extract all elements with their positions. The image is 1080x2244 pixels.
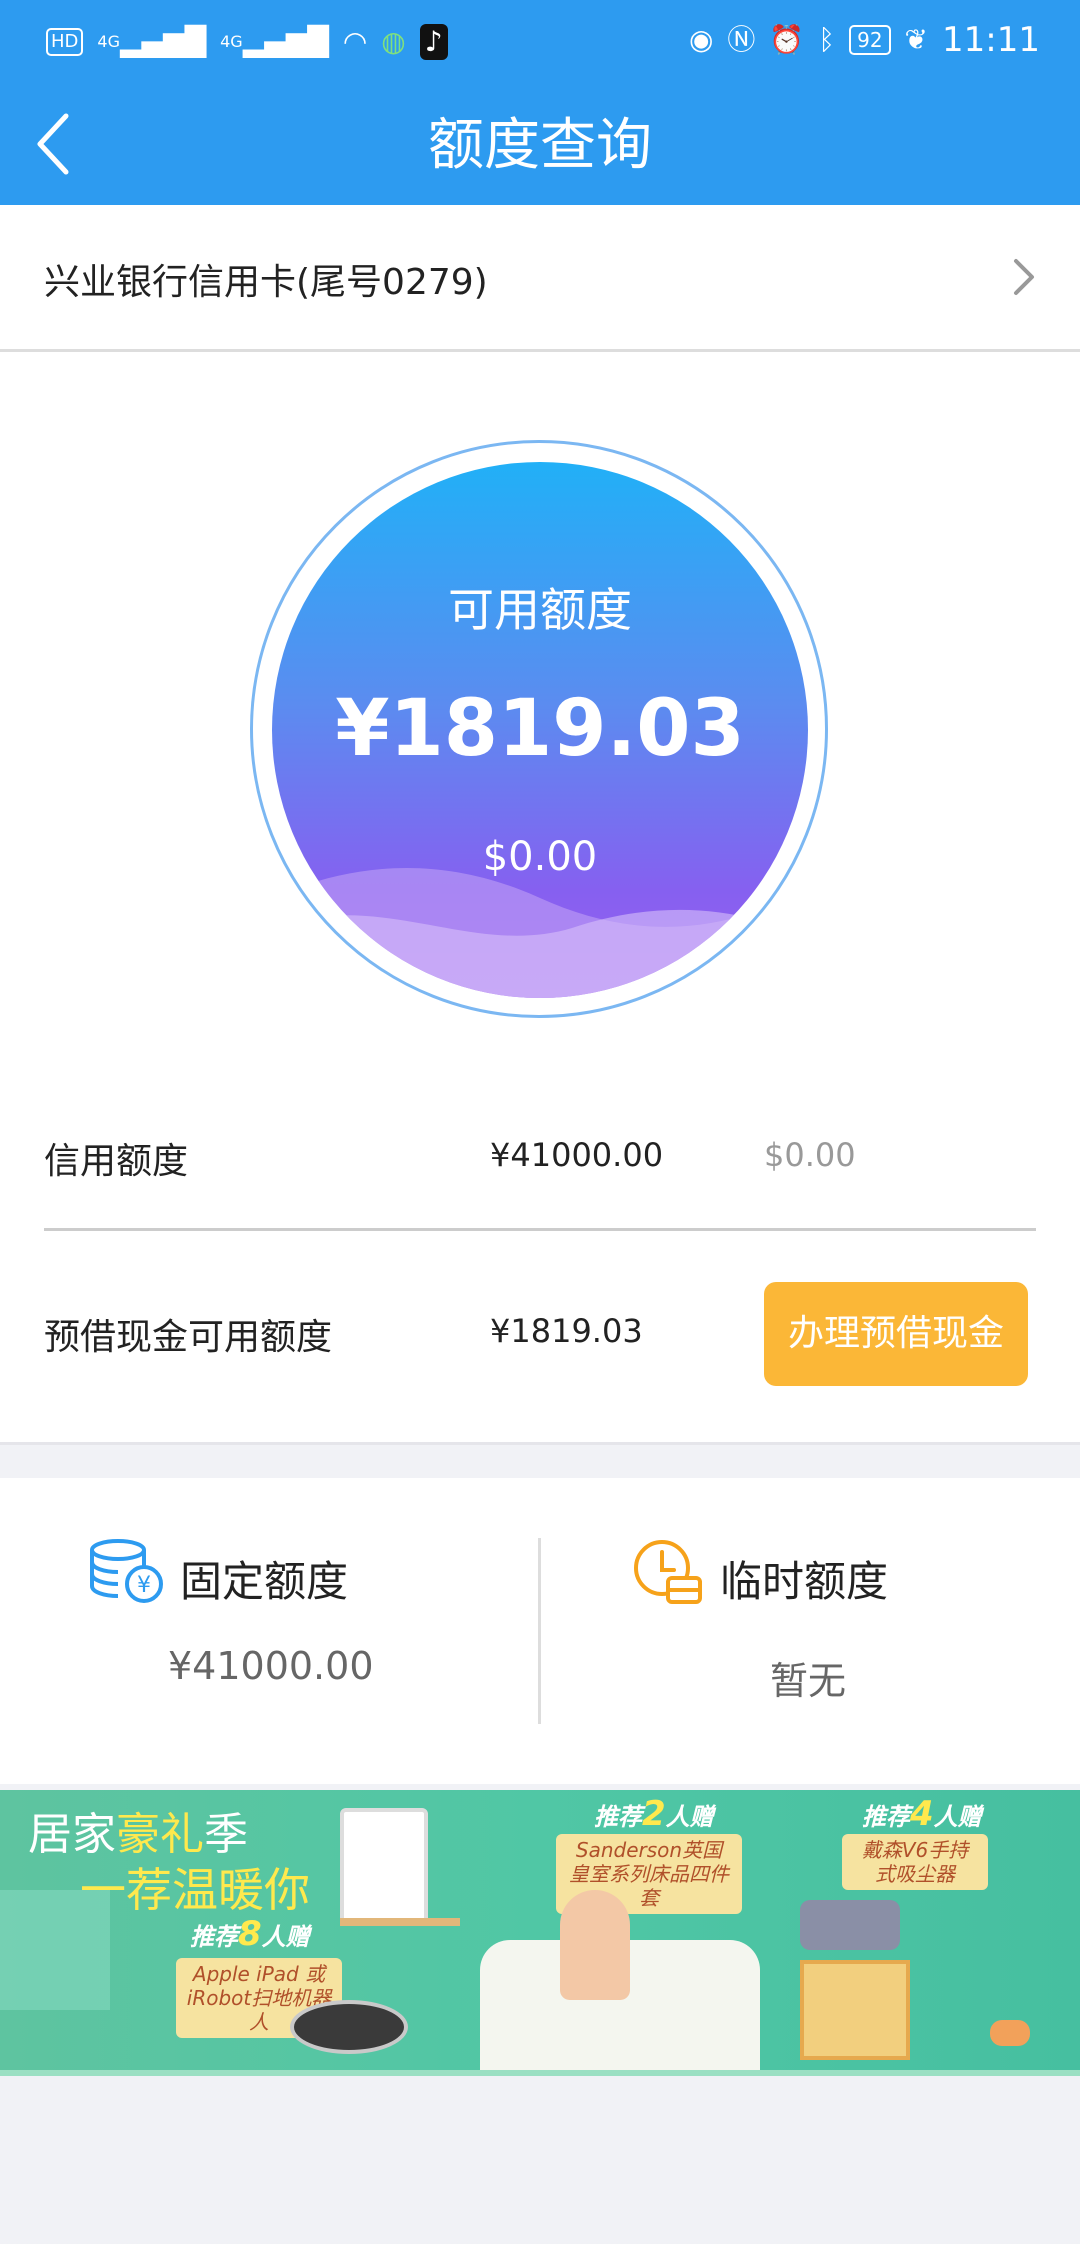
battery-icon: 92: [849, 25, 891, 55]
cash-advance-button[interactable]: 办理预借现金: [764, 1282, 1028, 1386]
svg-text:¥: ¥: [137, 1573, 151, 1598]
promo-4: 推荐4人赠: [862, 1794, 982, 1834]
page-title: 额度查询: [428, 113, 652, 178]
temp-limit-value: 暂无: [770, 1659, 847, 1703]
credit-limit-usd: $0.00: [764, 1136, 856, 1174]
promo-8: 推荐8人赠: [190, 1914, 310, 1954]
banner-text-a: 居家: [28, 1809, 116, 1860]
network-type: 4G: [97, 32, 120, 51]
chevron-right-icon: [1014, 259, 1034, 295]
alarm-icon: ⏰: [769, 23, 805, 56]
promo-2: 推荐2人赠: [594, 1794, 714, 1834]
hd-icon: HD: [46, 28, 84, 56]
signal-icon-2: 4G▂▄▆█: [220, 25, 329, 58]
signal-icon: 4G▂▄▆█: [97, 25, 207, 58]
credit-limit-label: 信用额度: [44, 1141, 189, 1182]
cash-advance-row: 预借现金可用额度 ¥1819.03 办理预借现金: [0, 1282, 1080, 1386]
eye-icon: ◉: [688, 23, 714, 56]
available-amount: ¥1819.03: [335, 684, 745, 774]
cat-illustration: [990, 2020, 1030, 2046]
available-label: 可用额度: [448, 583, 632, 637]
promo-banner[interactable]: 居家豪礼季 一荐温暖你 推荐8人赠 Apple iPad 或 iRobot扫地机…: [0, 1790, 1080, 2076]
banner-text-c: 季: [204, 1809, 248, 1860]
divider: [44, 1228, 1036, 1231]
leaf-icon: ❦: [904, 23, 929, 56]
person-illustration: [560, 1890, 630, 2000]
card-name: 兴业银行信用卡(尾号0279): [44, 262, 488, 303]
temp-limit-label: 临时额度: [720, 1557, 889, 1606]
cash-advance-value: ¥1819.03: [490, 1312, 643, 1350]
promo-8-n: 8: [238, 1914, 262, 1954]
coins-yen-icon: ¥: [90, 1539, 163, 1603]
limits-panel: ¥ 固定额度 ¥41000.00 临时额度 暂无: [0, 1478, 1080, 1784]
credit-limit-row: 信用额度 ¥41000.00 $0.00: [0, 1132, 1080, 1198]
ipad-illustration: [340, 1808, 428, 1926]
banner-headline-1: 居家豪礼季: [28, 1798, 248, 1862]
top-bar: HD 4G▂▄▆█ 4G▂▄▆█ ◠ ◍ ♪ ◉ Ⓝ ⏰ ᛒ 92 ❦ 11:1…: [0, 0, 1080, 205]
promo-4-b: 人赠: [933, 1803, 982, 1831]
promo-4-prize: 戴森V6手持 式吸尘器: [842, 1834, 988, 1890]
banner-text-b: 豪礼: [116, 1809, 204, 1860]
nfc-icon: Ⓝ: [727, 23, 756, 56]
tiktok-icon: ♪: [419, 24, 448, 60]
cash-advance-label: 预借现金可用额度: [44, 1317, 333, 1358]
shelf-illustration: [340, 1918, 460, 1926]
clock-card-icon: [634, 1540, 702, 1604]
promo-2-a: 推荐: [594, 1803, 642, 1831]
available-usd: $0.00: [482, 834, 598, 880]
credit-limit-value: ¥41000.00: [490, 1136, 664, 1174]
status-bar: HD 4G▂▄▆█ 4G▂▄▆█ ◠ ◍ ♪ ◉ Ⓝ ⏰ ᛒ 92 ❦ 11:1…: [0, 0, 1080, 84]
available-circle: 可用额度 ¥1819.03 $0.00: [272, 462, 808, 998]
promo-2-b: 人赠: [665, 1803, 714, 1831]
fixed-limit-label: 固定额度: [180, 1557, 349, 1606]
promo-8-a: 推荐: [190, 1923, 238, 1951]
vacuum-illustration: [800, 1900, 900, 1950]
credit-summary: 可用额度 ¥1819.03 $0.00 信用额度 ¥41000.00 $0.00…: [0, 352, 1080, 1445]
fixed-limit-value: ¥41000.00: [168, 1644, 374, 1688]
promo-4-a: 推荐: [862, 1803, 910, 1831]
window-illustration: [0, 1890, 110, 2010]
banner-headline-2: 一荐温暖你: [80, 1863, 310, 1917]
vertical-divider: [538, 1538, 541, 1724]
card-selector[interactable]: 兴业银行信用卡(尾号0279): [0, 205, 1080, 352]
promo-8-b: 人赠: [261, 1923, 310, 1951]
nightstand-illustration: [800, 1960, 910, 2060]
network-type-2: 4G: [220, 32, 243, 51]
robot-vacuum-illustration: [290, 2000, 408, 2054]
promo-2-n: 2: [642, 1794, 666, 1834]
clock: 11:11: [942, 20, 1040, 60]
promo-4-n: 4: [910, 1794, 934, 1834]
wifi-icon: ◠: [342, 25, 368, 58]
headset-icon: ◍: [381, 25, 406, 58]
bluetooth-icon: ᛒ: [818, 23, 836, 56]
